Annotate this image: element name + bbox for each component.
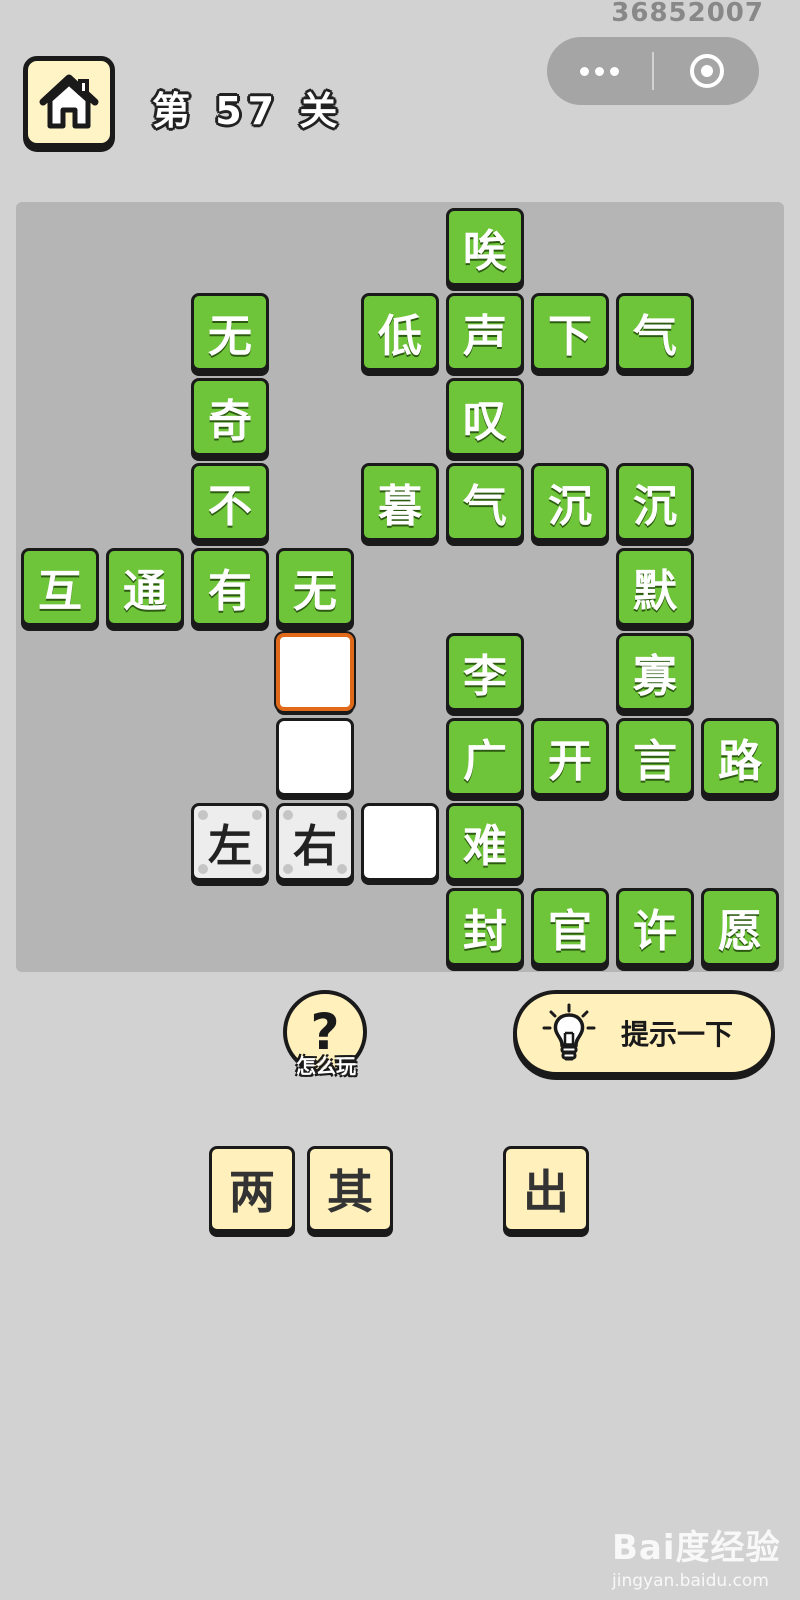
word-tile: 默 xyxy=(616,548,694,626)
word-tile: 言 xyxy=(616,718,694,796)
watermark-url: jingyan.baidu.com xyxy=(612,1571,769,1591)
word-tile: 封 xyxy=(446,888,524,966)
word-tile: 有 xyxy=(191,548,269,626)
word-tile: 声 xyxy=(446,293,524,371)
word-tile: 寡 xyxy=(616,633,694,711)
placed-answer-char: 右 xyxy=(293,821,337,872)
hint-button[interactable]: 提示一下 xyxy=(513,990,775,1076)
blank-tile[interactable] xyxy=(276,718,354,796)
placed-answer-tile[interactable]: 右 xyxy=(276,803,354,881)
close-mini-program-button[interactable] xyxy=(654,51,759,91)
baidu-jingyan-watermark: Bai度经验 jingyan.baidu.com xyxy=(612,1520,792,1594)
more-dot-icon xyxy=(610,66,619,76)
word-tile: 唉 xyxy=(446,208,524,286)
word-tile: 气 xyxy=(616,293,694,371)
word-tile: 许 xyxy=(616,888,694,966)
word-tile: 无 xyxy=(191,293,269,371)
crossword-board: 唉无低声下气奇叹不暮气沉沉互通有无默李寡广开言路难封官许愿左右 xyxy=(16,202,784,972)
tile-corner-dot xyxy=(252,810,262,820)
word-tile: 李 xyxy=(446,633,524,711)
word-tile: 奇 xyxy=(191,378,269,456)
how-to-play-button[interactable]: ? 怎么玩 xyxy=(283,990,369,1080)
watermark-logo: Bai度经验 xyxy=(612,1528,781,1568)
mini-program-capsule xyxy=(547,37,759,105)
how-to-play-label: 怎么玩 xyxy=(296,1054,356,1078)
placed-answer-char: 左 xyxy=(208,821,252,872)
blank-tile-selected[interactable] xyxy=(276,633,354,711)
tile-corner-dot xyxy=(198,810,208,820)
choice-tile[interactable]: 出 xyxy=(503,1146,589,1232)
more-options-button[interactable] xyxy=(547,37,652,105)
word-tile: 无 xyxy=(276,548,354,626)
hint-label: 提示一下 xyxy=(621,1018,734,1051)
word-tile: 广 xyxy=(446,718,524,796)
word-tile: 开 xyxy=(531,718,609,796)
choice-tile[interactable]: 其 xyxy=(307,1146,393,1232)
word-tile: 下 xyxy=(531,293,609,371)
tile-corner-dot xyxy=(337,864,347,874)
word-tile: 路 xyxy=(701,718,779,796)
tile-corner-dot xyxy=(283,810,293,820)
level-title: 第 57 关 xyxy=(152,89,344,133)
tile-corner-dot xyxy=(198,864,208,874)
blank-tile[interactable] xyxy=(361,803,439,881)
home-icon xyxy=(39,74,99,129)
word-tile: 暮 xyxy=(361,463,439,541)
word-tile: 低 xyxy=(361,293,439,371)
word-tile: 官 xyxy=(531,888,609,966)
word-tile: 气 xyxy=(446,463,524,541)
choice-tile[interactable]: 两 xyxy=(209,1146,295,1232)
word-tile: 不 xyxy=(191,463,269,541)
word-tile: 愿 xyxy=(701,888,779,966)
word-tile: 沉 xyxy=(616,463,694,541)
word-tile: 叹 xyxy=(446,378,524,456)
target-close-icon xyxy=(689,54,724,88)
player-id: 36852007 xyxy=(611,0,764,28)
more-dot-icon xyxy=(595,66,604,76)
lightbulb-icon xyxy=(542,1003,596,1061)
word-tile: 通 xyxy=(106,548,184,626)
more-dot-icon xyxy=(580,66,589,76)
word-tile: 难 xyxy=(446,803,524,881)
home-button[interactable] xyxy=(23,56,115,148)
word-tile: 互 xyxy=(21,548,99,626)
tile-corner-dot xyxy=(283,864,293,874)
tile-corner-dot xyxy=(252,864,262,874)
tile-corner-dot xyxy=(337,810,347,820)
word-tile: 沉 xyxy=(531,463,609,541)
placed-answer-tile[interactable]: 左 xyxy=(191,803,269,881)
